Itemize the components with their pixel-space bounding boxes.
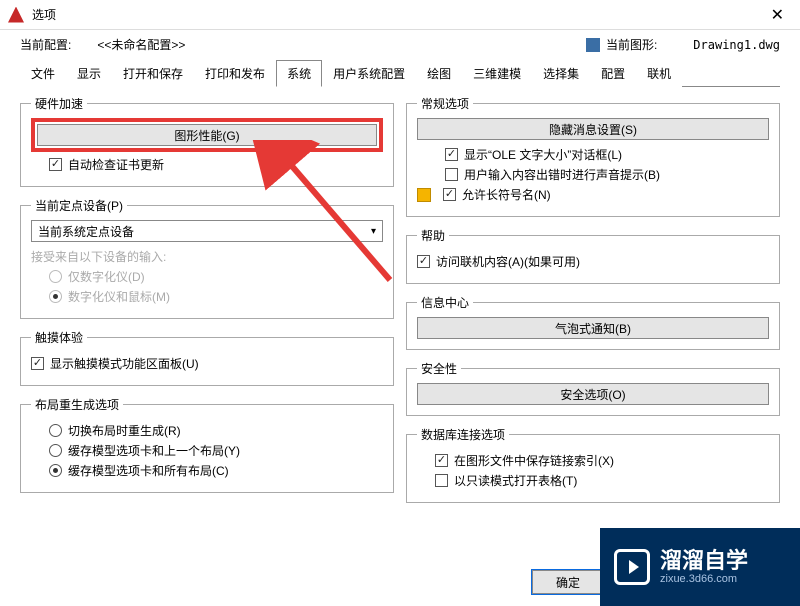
pointing-device-select[interactable]: 当前系统定点设备 ▾ xyxy=(31,220,383,242)
tab-profiles[interactable]: 配置 xyxy=(590,60,636,87)
group-layout-regen-label: 布局重生成选项 xyxy=(31,396,123,413)
dwg-icon xyxy=(417,188,431,202)
play-icon xyxy=(614,549,650,585)
drawing-value: Drawing1.dwg xyxy=(693,38,780,52)
watermark: 溜溜自学 zixue.3d66.com xyxy=(600,528,800,606)
regen-switch-label: 切换布局时重生成(R) xyxy=(68,422,181,439)
profile-value: <<未命名配置>> xyxy=(97,36,185,53)
group-layout-regen: 布局重生成选项 切换布局时重生成(R) 缓存模型选项卡和上一个布局(Y) 缓存模… xyxy=(20,396,394,493)
accept-input-label: 接受来自以下设备的输入: xyxy=(31,248,166,265)
profile-label: 当前配置: xyxy=(20,36,71,53)
hidden-message-settings-button[interactable]: 隐藏消息设置(S) xyxy=(417,118,769,140)
digitizer-only-radio xyxy=(49,270,62,283)
access-online-content-label: 访问联机内容(A)(如果可用) xyxy=(436,253,580,270)
drawing-icon xyxy=(586,38,600,52)
group-database: 数据库连接选项 在图形文件中保存链接索引(X) 以只读模式打开表格(T) xyxy=(406,426,780,503)
balloon-notify-button[interactable]: 气泡式通知(B) xyxy=(417,317,769,339)
highlight-box: 图形性能(G) xyxy=(31,118,383,152)
group-touch: 触摸体验 显示触摸模式功能区面板(U) xyxy=(20,329,394,386)
group-help-label: 帮助 xyxy=(417,227,449,244)
group-help: 帮助 访问联机内容(A)(如果可用) xyxy=(406,227,780,284)
app-icon xyxy=(8,7,24,23)
tab-select[interactable]: 选择集 xyxy=(532,60,590,87)
group-security-label: 安全性 xyxy=(417,360,461,377)
watermark-url: zixue.3d66.com xyxy=(660,573,748,585)
cache-last-radio[interactable] xyxy=(49,444,62,457)
group-infocenter-label: 信息中心 xyxy=(417,294,473,311)
group-general: 常规选项 隐藏消息设置(S) 显示“OLE 文字大小”对话框(L) 用户输入内容… xyxy=(406,95,780,217)
allow-long-names-checkbox[interactable] xyxy=(443,188,456,201)
group-touch-label: 触摸体验 xyxy=(31,329,87,346)
tab-opensave[interactable]: 打开和保存 xyxy=(112,60,194,87)
tab-file[interactable]: 文件 xyxy=(20,60,66,87)
chevron-down-icon: ▾ xyxy=(371,226,376,237)
watermark-text: 溜溜自学 xyxy=(660,549,748,573)
graphics-performance-button[interactable]: 图形性能(G) xyxy=(37,124,377,146)
drawing-label: 当前图形: xyxy=(606,36,657,53)
digitizer-only-label: 仅数字化仪(D) xyxy=(68,268,145,285)
window-title: 选项 xyxy=(32,6,763,23)
tab-draw[interactable]: 绘图 xyxy=(416,60,462,87)
digitizer-mouse-radio xyxy=(49,290,62,303)
close-icon[interactable]: ✕ xyxy=(763,5,792,25)
beep-on-error-label: 用户输入内容出错时进行声音提示(B) xyxy=(464,166,660,183)
group-security: 安全性 安全选项(O) xyxy=(406,360,780,416)
save-link-index-label: 在图形文件中保存链接索引(X) xyxy=(454,452,614,469)
open-readonly-label: 以只读模式打开表格(T) xyxy=(454,472,577,489)
left-column: 硬件加速 图形性能(G) 自动检查证书更新 当前定点设备(P) 当前系统定点设备… xyxy=(20,95,394,513)
right-column: 常规选项 隐藏消息设置(S) 显示“OLE 文字大小”对话框(L) 用户输入内容… xyxy=(406,95,780,513)
auto-check-certificate-checkbox[interactable] xyxy=(49,158,62,171)
tab-system[interactable]: 系统 xyxy=(276,60,322,87)
group-database-label: 数据库连接选项 xyxy=(417,426,509,443)
group-pointing-device: 当前定点设备(P) 当前系统定点设备 ▾ 接受来自以下设备的输入: 仅数字化仪(… xyxy=(20,197,394,319)
auto-check-certificate-label: 自动检查证书更新 xyxy=(68,156,164,173)
allow-long-names-label: 允许长符号名(N) xyxy=(462,186,551,203)
access-online-content-checkbox[interactable] xyxy=(417,255,430,268)
show-ole-dialog-checkbox[interactable] xyxy=(445,148,458,161)
ok-button[interactable]: 确定 xyxy=(532,570,604,594)
pointing-device-value: 当前系统定点设备 xyxy=(38,223,134,240)
group-infocenter: 信息中心 气泡式通知(B) xyxy=(406,294,780,350)
open-readonly-checkbox[interactable] xyxy=(435,474,448,487)
tabs: 文件 显示 打开和保存 打印和发布 系统 用户系统配置 绘图 三维建模 选择集 … xyxy=(20,59,780,87)
group-hardware-accel: 硬件加速 图形性能(G) 自动检查证书更新 xyxy=(20,95,394,187)
show-touch-panel-checkbox[interactable] xyxy=(31,357,44,370)
tab-online[interactable]: 联机 xyxy=(636,60,682,87)
content: 硬件加速 图形性能(G) 自动检查证书更新 当前定点设备(P) 当前系统定点设备… xyxy=(0,87,800,513)
regen-switch-radio[interactable] xyxy=(49,424,62,437)
security-options-button[interactable]: 安全选项(O) xyxy=(417,383,769,405)
tab-3d[interactable]: 三维建模 xyxy=(462,60,532,87)
titlebar: 选项 ✕ xyxy=(0,0,800,30)
cache-all-radio[interactable] xyxy=(49,464,62,477)
group-hardware-accel-label: 硬件加速 xyxy=(31,95,87,112)
beep-on-error-checkbox[interactable] xyxy=(445,168,458,181)
cache-all-label: 缓存模型选项卡和所有布局(C) xyxy=(68,462,229,479)
group-pointing-device-label: 当前定点设备(P) xyxy=(31,197,127,214)
tab-display[interactable]: 显示 xyxy=(66,60,112,87)
show-touch-panel-label: 显示触摸模式功能区面板(U) xyxy=(50,355,199,372)
show-ole-dialog-label: 显示“OLE 文字大小”对话框(L) xyxy=(464,146,622,163)
tab-user[interactable]: 用户系统配置 xyxy=(322,60,416,87)
digitizer-mouse-label: 数字化仪和鼠标(M) xyxy=(68,288,170,305)
info-row: 当前配置: <<未命名配置>> 当前图形: Drawing1.dwg xyxy=(0,30,800,59)
tab-print[interactable]: 打印和发布 xyxy=(194,60,276,87)
save-link-index-checkbox[interactable] xyxy=(435,454,448,467)
group-general-label: 常规选项 xyxy=(417,95,473,112)
cache-last-label: 缓存模型选项卡和上一个布局(Y) xyxy=(68,442,240,459)
